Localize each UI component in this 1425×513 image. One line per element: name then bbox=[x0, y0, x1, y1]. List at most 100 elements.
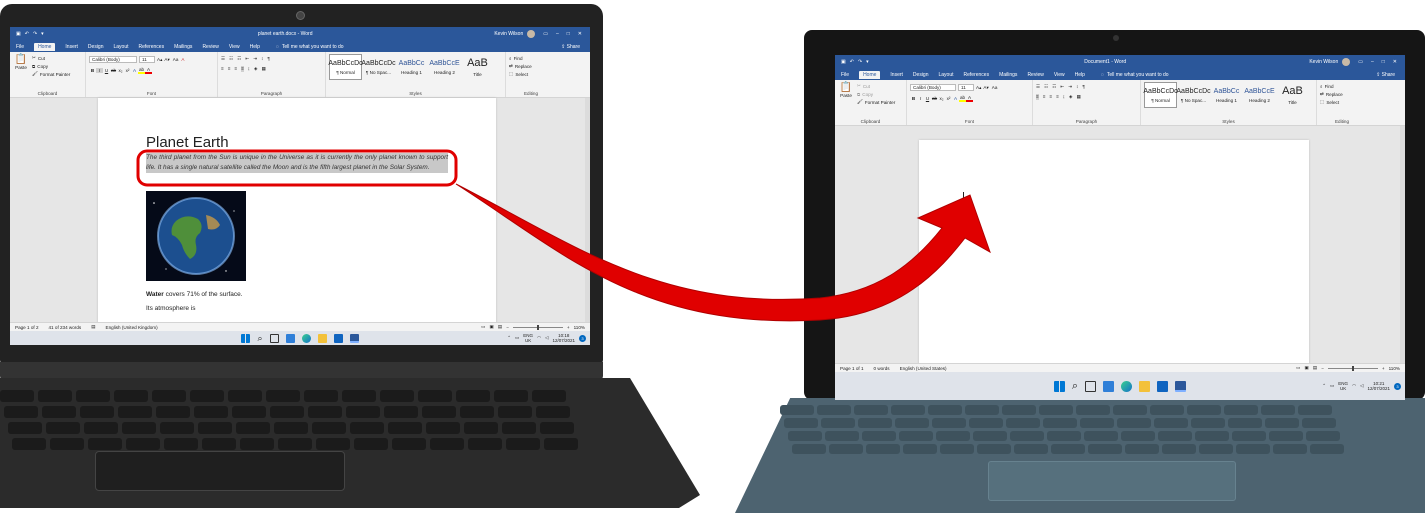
language-status[interactable]: English (United Kingdom) bbox=[106, 325, 158, 330]
tab-mailings[interactable]: Mailings bbox=[174, 44, 192, 50]
paste-button[interactable]: 📋 Paste bbox=[838, 82, 854, 106]
vertical-scrollbar[interactable] bbox=[585, 98, 590, 322]
format-painter-button[interactable]: 🖌 Format Painter bbox=[32, 70, 70, 78]
page-count[interactable]: Page 1 of 2 bbox=[15, 325, 39, 330]
align-right-icon[interactable]: ≡ bbox=[234, 66, 237, 72]
document-heading[interactable]: Planet Earth bbox=[146, 134, 229, 151]
share-button[interactable]: ⇪ Share bbox=[1376, 72, 1395, 78]
share-button[interactable]: ⇪ Share bbox=[561, 44, 580, 50]
file-explorer-icon[interactable] bbox=[317, 333, 327, 343]
clock[interactable]: 10:18 12/07/2021 bbox=[552, 333, 575, 343]
font-name-select[interactable]: Calibri (Body) bbox=[910, 84, 956, 91]
text-effects-icon[interactable]: A bbox=[952, 96, 959, 101]
vertical-scrollbar[interactable] bbox=[1400, 126, 1405, 363]
decrease-indent-icon[interactable]: ⇤ bbox=[245, 56, 249, 62]
word-icon[interactable] bbox=[1175, 380, 1187, 392]
battery-icon[interactable]: ▭ bbox=[1330, 383, 1334, 389]
print-layout-icon[interactable]: ▣ bbox=[1305, 365, 1309, 371]
page-count[interactable]: Page 1 of 1 bbox=[840, 366, 864, 371]
underline-icon[interactable]: U bbox=[924, 96, 931, 101]
multilevel-list-icon[interactable]: ☶ bbox=[1052, 84, 1056, 90]
tab-review[interactable]: Review bbox=[202, 44, 218, 50]
replace-button[interactable]: ⇄ Replace bbox=[509, 62, 553, 70]
cut-button[interactable]: ✂ Cut bbox=[32, 54, 70, 62]
document-paragraph[interactable]: The third planet from the Sun is unique … bbox=[146, 153, 448, 173]
subscript-icon[interactable]: x₂ bbox=[938, 96, 945, 101]
find-button[interactable]: ⌕ Find bbox=[509, 54, 553, 62]
clock[interactable]: 10:21 12/07/2021 bbox=[1367, 381, 1390, 391]
sort-icon[interactable]: ↕ bbox=[261, 56, 263, 62]
ribbon-display-icon[interactable]: ▭ bbox=[1358, 59, 1363, 65]
zoom-slider[interactable] bbox=[512, 324, 563, 330]
zoom-in-icon[interactable]: + bbox=[1382, 366, 1385, 371]
strikethrough-icon[interactable]: ab bbox=[931, 96, 938, 101]
tell-me-box[interactable]: ◌ Tell me what you want to do bbox=[276, 44, 344, 50]
decrease-indent-icon[interactable]: ⇤ bbox=[1060, 84, 1064, 90]
grow-font-icon[interactable]: A▴ bbox=[157, 57, 162, 63]
save-icon[interactable]: ▣ bbox=[841, 59, 846, 65]
bullets-icon[interactable]: ☰ bbox=[1036, 84, 1040, 90]
copy-button[interactable]: ⧉ Copy bbox=[32, 62, 70, 70]
numbering-icon[interactable]: ☷ bbox=[229, 56, 233, 62]
justify-icon[interactable]: ≡ bbox=[241, 66, 244, 72]
edge-icon[interactable] bbox=[301, 333, 311, 343]
redo-icon[interactable]: ↷ bbox=[33, 31, 37, 37]
tab-insert[interactable]: Insert bbox=[890, 72, 903, 78]
maximize-icon[interactable]: □ bbox=[1382, 59, 1385, 65]
chevron-up-icon[interactable]: ⌃ bbox=[1322, 383, 1326, 389]
web-layout-icon[interactable]: ▤ bbox=[498, 324, 502, 330]
search-icon[interactable]: ⌕ bbox=[1072, 380, 1078, 393]
style-title[interactable]: AaB Title bbox=[461, 54, 494, 80]
align-left-icon[interactable]: ≡ bbox=[221, 66, 224, 72]
language-indicator[interactable]: ENG UK bbox=[1338, 381, 1348, 391]
clear-formatting-icon[interactable]: A bbox=[181, 57, 184, 62]
increase-indent-icon[interactable]: ⇥ bbox=[253, 56, 257, 62]
bullets-icon[interactable]: ☰ bbox=[221, 56, 225, 62]
wifi-icon[interactable]: ◠ bbox=[1352, 383, 1356, 389]
align-center-icon[interactable]: ≡ bbox=[228, 66, 231, 72]
italic-icon[interactable]: I bbox=[96, 68, 103, 73]
font-color-icon[interactable]: A bbox=[145, 67, 152, 74]
wifi-icon[interactable]: ◠ bbox=[537, 335, 541, 341]
tab-file[interactable]: File bbox=[841, 72, 849, 78]
word-count[interactable]: 0 words bbox=[874, 366, 890, 371]
tab-review[interactable]: Review bbox=[1027, 72, 1043, 78]
print-layout-icon[interactable]: ▣ bbox=[490, 324, 494, 330]
mail-icon[interactable] bbox=[333, 333, 343, 343]
right-document-page[interactable] bbox=[919, 140, 1309, 370]
highlight-icon[interactable]: ab bbox=[138, 67, 145, 74]
pilcrow-icon[interactable]: ¶ bbox=[267, 56, 269, 62]
shading-icon[interactable]: ◈ bbox=[1069, 94, 1073, 100]
pilcrow-icon[interactable]: ¶ bbox=[1082, 84, 1084, 90]
style-heading-1[interactable]: AaBbCc Heading 1 bbox=[1210, 82, 1243, 108]
text-effects-icon[interactable]: A bbox=[131, 68, 138, 73]
find-button[interactable]: ⌕ Find bbox=[1320, 82, 1364, 90]
tab-view[interactable]: View bbox=[229, 44, 240, 50]
multilevel-list-icon[interactable]: ☶ bbox=[237, 56, 241, 62]
tab-design[interactable]: Design bbox=[88, 44, 104, 50]
select-button[interactable]: ⬚ Select bbox=[1320, 98, 1364, 106]
format-painter-button[interactable]: 🖌 Format Painter bbox=[857, 98, 895, 106]
superscript-icon[interactable]: x² bbox=[945, 96, 952, 101]
align-center-icon[interactable]: ≡ bbox=[1043, 94, 1046, 100]
tab-help[interactable]: Help bbox=[250, 44, 260, 50]
change-case-icon[interactable]: Aa bbox=[173, 57, 179, 62]
left-document-area[interactable]: Planet Earth The third planet from the S… bbox=[10, 98, 590, 328]
word-icon[interactable] bbox=[349, 333, 359, 343]
undo-icon[interactable]: ↶ bbox=[25, 31, 29, 37]
task-view-icon[interactable] bbox=[269, 333, 279, 343]
underline-icon[interactable]: U bbox=[103, 68, 110, 73]
notification-badge[interactable]: 3 bbox=[579, 334, 586, 342]
style-heading-1[interactable]: AaBbCc Heading 1 bbox=[395, 54, 428, 80]
style-no-spacing[interactable]: AaBbCcDc ¶ No Spac... bbox=[361, 54, 395, 80]
numbering-icon[interactable]: ☷ bbox=[1044, 84, 1048, 90]
style-normal[interactable]: AaBbCcDc ¶ Normal bbox=[328, 54, 363, 80]
proofing-icon[interactable]: ▤ bbox=[91, 324, 95, 330]
tab-view[interactable]: View bbox=[1054, 72, 1065, 78]
notification-badge[interactable]: 3 bbox=[1394, 382, 1401, 390]
customize-icon[interactable]: ▾ bbox=[41, 31, 44, 37]
zoom-slider[interactable] bbox=[1327, 365, 1378, 371]
tab-home[interactable]: Home bbox=[34, 42, 56, 51]
windows-start-icon[interactable] bbox=[1053, 380, 1065, 392]
line-spacing-icon[interactable]: ↨ bbox=[1063, 94, 1065, 100]
